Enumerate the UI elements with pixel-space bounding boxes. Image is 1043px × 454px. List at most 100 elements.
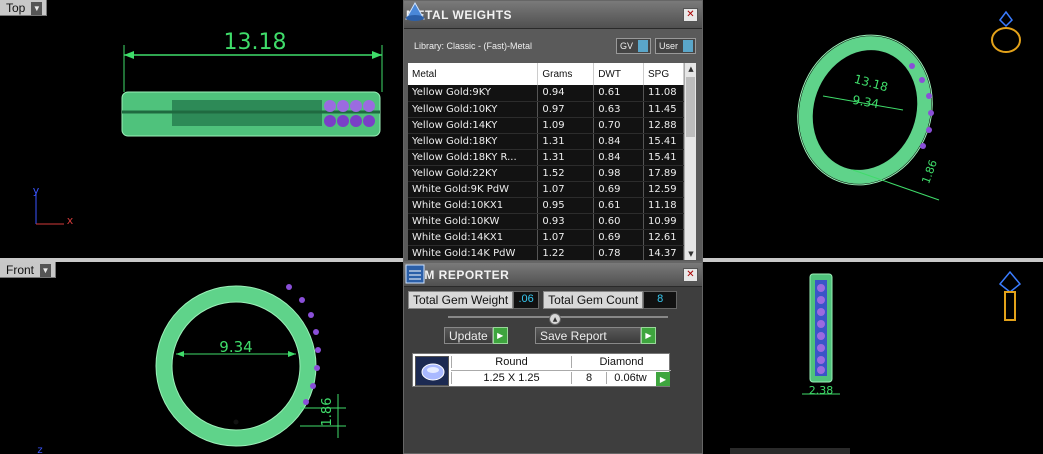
persp-diameter-label: 9.34	[851, 93, 880, 111]
library-row: Library: Classic - (Fast)-Metal GV User	[404, 29, 702, 63]
diameter-label: 9.34	[219, 338, 252, 356]
gem-material: Diamond	[571, 356, 671, 368]
grams-value: 1.52	[537, 165, 595, 182]
metal-name: White Gold:10KW	[408, 213, 539, 230]
table-row[interactable]: Yellow Gold:14KY 1.09 0.70 12.88	[408, 117, 684, 134]
grams-value: 1.09	[537, 117, 595, 134]
chevron-down-icon[interactable]: ▼	[40, 263, 52, 277]
splitter-handle-icon[interactable]: ▲	[549, 313, 561, 325]
user-toggle-label: User	[658, 41, 678, 51]
grams-value: 1.31	[537, 133, 595, 150]
metal-name: White Gold:14KX1	[408, 229, 539, 246]
metal-name: White Gold:9K PdW	[408, 181, 539, 198]
axis-x-label: x	[67, 214, 74, 227]
table-row[interactable]: Yellow Gold:10KY 0.97 0.63 11.45	[408, 101, 684, 118]
viewport-top-menu[interactable]: Top ▼	[0, 0, 48, 16]
gem-reporter-title-bar[interactable]: GEM REPORTER ✕	[404, 263, 702, 287]
gv-toggle[interactable]: GV	[615, 38, 651, 54]
grams-value: 1.22	[537, 245, 595, 260]
viewport-front[interactable]: 9.34 1.86 z Front ▼	[0, 262, 400, 454]
gem-round-icon	[415, 356, 449, 386]
dwt-value: 0.61	[593, 197, 645, 214]
table-row[interactable]: White Gold:14K PdW 1.22 0.78 14.37	[408, 245, 684, 260]
play-icon[interactable]: ▶	[641, 327, 656, 344]
total-gem-weight-value: .06	[513, 291, 540, 309]
scroll-down-icon[interactable]: ▼	[685, 248, 696, 260]
viewport-top[interactable]: 13.18 y x Top ▼	[0, 0, 400, 258]
dwt-value: 0.98	[593, 165, 645, 182]
table-scrollbar[interactable]: ▲ ▼	[684, 63, 696, 260]
gem-row-divider	[451, 370, 671, 371]
scrollbar-thumb[interactable]	[686, 77, 695, 137]
spg-value: 11.18	[643, 197, 684, 214]
metal-weights-table: Metal Grams DWT SPG Yellow Gold:9KY 0.94 0…	[408, 63, 684, 260]
dimension-arrow-right	[372, 51, 382, 59]
ring-front-marker	[233, 419, 239, 425]
dwt-value: 0.61	[593, 85, 645, 102]
viewport-front-label: Front	[6, 263, 35, 277]
table-row[interactable]: White Gold:9K PdW 1.07 0.69 12.59	[408, 181, 684, 198]
table-row[interactable]: Yellow Gold:22KY 1.52 0.98 17.89	[408, 165, 684, 182]
viewport-front-menu[interactable]: Front ▼	[0, 262, 57, 278]
thickness-label: 1.86	[320, 398, 335, 427]
grams-value: 1.07	[537, 181, 595, 198]
dwt-value: 0.84	[593, 133, 645, 150]
dwt-value: 0.84	[593, 149, 645, 166]
side-width-label: 2.38	[809, 384, 834, 397]
toggle-knob-icon	[683, 40, 693, 52]
table-row[interactable]: Yellow Gold:18KY R... 1.31 0.84 15.41	[408, 149, 684, 166]
column-header-spg[interactable]: SPG	[643, 63, 684, 85]
table-row[interactable]: Yellow Gold:18KY 1.31 0.84 15.41	[408, 133, 684, 150]
close-icon[interactable]: ✕	[683, 7, 698, 22]
gem-size: 1.25 X 1.25	[451, 372, 571, 384]
diameter-arrow-left	[176, 351, 184, 357]
chevron-down-icon[interactable]: ▼	[31, 1, 43, 15]
scroll-up-icon[interactable]: ▲	[685, 63, 696, 75]
play-icon[interactable]: ▶	[492, 327, 508, 344]
total-gem-weight-label: Total Gem Weight	[408, 291, 514, 309]
grams-value: 1.07	[537, 229, 595, 246]
side-view-canvas: 2.38	[802, 270, 1022, 397]
column-header-grams[interactable]: Grams	[537, 63, 595, 85]
gem-reporter-icon	[405, 264, 425, 284]
grams-value: 0.97	[537, 101, 595, 118]
gem-stats-row: Total Gem Weight .06 Total Gem Count 8	[408, 291, 678, 309]
column-header-metal[interactable]: Metal	[408, 63, 539, 85]
save-report-button-label: Save Report	[535, 327, 641, 344]
save-report-button[interactable]: Save Report ▶	[535, 327, 656, 344]
ring-front-inner-edge	[171, 301, 301, 431]
metal-name: Yellow Gold:18KY	[408, 133, 539, 150]
metal-weights-title-bar[interactable]: METAL WEIGHTS ✕	[404, 1, 702, 29]
spg-value: 15.41	[643, 133, 684, 150]
table-row[interactable]: White Gold:10KW 0.93 0.60 10.99	[408, 213, 684, 230]
column-header-dwt[interactable]: DWT	[593, 63, 645, 85]
viewport-side[interactable]: 2.38	[703, 262, 1043, 454]
gem-reporter-panel: GEM REPORTER ✕ Total Gem Weight .06 Tota…	[403, 262, 703, 454]
table-row[interactable]: White Gold:14KX1 1.07 0.69 12.61	[408, 229, 684, 246]
user-toggle[interactable]: User	[654, 38, 696, 54]
table-row[interactable]: White Gold:10KX1 0.95 0.61 11.18	[408, 197, 684, 214]
spg-value: 11.08	[643, 85, 684, 102]
metal-weights-table-wrap[interactable]: Metal Grams DWT SPG Yellow Gold:9KY 0.94 0…	[408, 63, 696, 260]
metal-name: White Gold:14K PdW	[408, 245, 539, 260]
total-gem-count-label: Total Gem Count	[543, 291, 644, 309]
grams-value: 0.93	[537, 213, 595, 230]
gem-reporter-title: GEM REPORTER	[406, 267, 510, 282]
dimension-label: 13.18	[224, 30, 287, 55]
gem-weight: 0.06tw	[606, 372, 654, 384]
metal-weights-panel: METAL WEIGHTS ✕ Library: Classic - (Fast…	[403, 0, 703, 262]
table-row[interactable]: Yellow Gold:9KY 0.94 0.61 11.08	[408, 85, 684, 102]
gv-toggle-label: GV	[619, 41, 633, 51]
viewport-perspective[interactable]: 13.18 9.34 1.86	[703, 0, 1043, 258]
metal-name: Yellow Gold:18KY R...	[408, 149, 539, 166]
metal-name: Yellow Gold:22KY	[408, 165, 539, 182]
library-label: Library: Classic - (Fast)-Metal	[414, 41, 533, 51]
update-button[interactable]: Update ▶	[444, 327, 508, 344]
play-icon[interactable]: ▶	[656, 372, 670, 386]
spg-value: 10.99	[643, 213, 684, 230]
total-gem-count-value: 8	[643, 291, 678, 309]
close-icon[interactable]: ✕	[683, 267, 698, 282]
toggle-knob-icon	[637, 40, 648, 52]
viewport-top-label: Top	[6, 1, 26, 15]
gem-list-item[interactable]: Round Diamond 1.25 X 1.25 8 0.06tw ▶	[412, 353, 671, 387]
